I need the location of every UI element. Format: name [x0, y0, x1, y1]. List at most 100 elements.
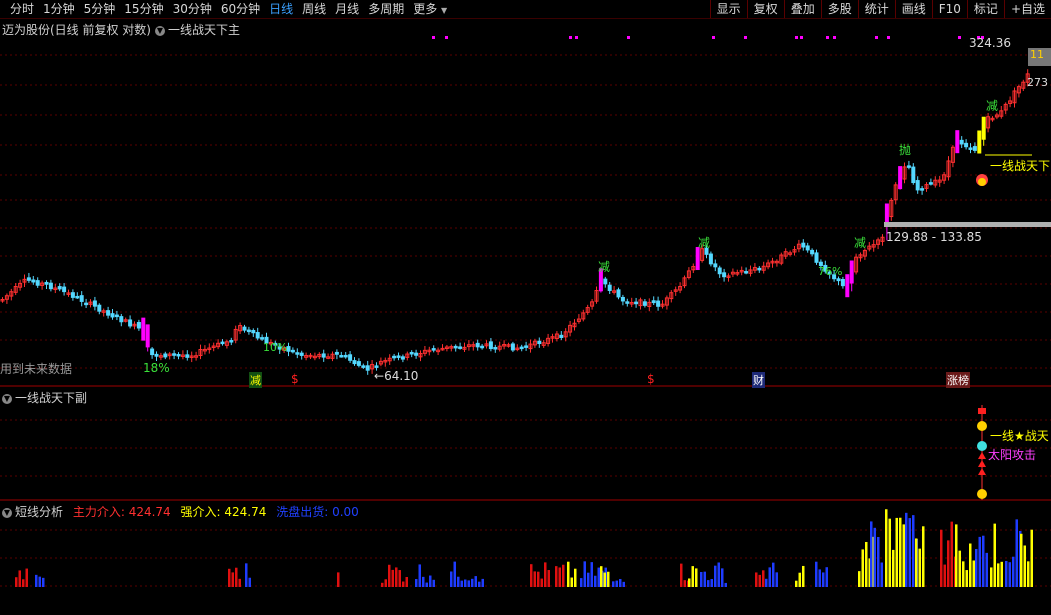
candle-body: [299, 352, 304, 356]
sub-settings-circle-icon[interactable]: ▼: [2, 393, 12, 404]
vol-indicator-name[interactable]: 短线分析: [15, 505, 63, 519]
candle-body: [911, 166, 916, 184]
volume-bar: [707, 580, 710, 587]
candle-body: [106, 310, 111, 316]
volume-bar: [962, 561, 965, 587]
low-price-value: 64.10: [384, 369, 419, 383]
main-in-label: 主力介入: 424.74: [72, 505, 171, 519]
volume-bar: [1000, 561, 1003, 587]
volume-bar: [18, 570, 21, 587]
kline-chart[interactable]: [0, 0, 1051, 615]
stock-title: 迈为股份(日线 前复权 对数): [2, 23, 151, 37]
volume-bar: [35, 574, 38, 587]
vol-settings-circle-icon[interactable]: ▼: [2, 507, 12, 518]
candle-body: [928, 182, 933, 185]
candle-body: [805, 245, 810, 251]
volume-bar: [990, 567, 993, 587]
marker-cai: 财: [752, 372, 765, 388]
candle-body: [35, 280, 40, 286]
signal-text: 一线战天下: [990, 159, 1051, 173]
signal-dot: [744, 36, 747, 39]
volume-bar: [710, 579, 713, 587]
candle-body: [114, 314, 119, 318]
volume-bar: [922, 526, 925, 587]
volume-bar: [888, 518, 891, 587]
volume-bar: [235, 567, 238, 587]
candle-body: [128, 319, 133, 327]
candle-body: [651, 300, 656, 304]
volume-bar: [391, 569, 394, 587]
range-label: 129.88 - 133.85: [886, 230, 982, 244]
candle-body: [559, 334, 564, 338]
volume-bar: [432, 579, 435, 587]
arrow-up-icon: [978, 452, 986, 459]
candle-body: [717, 267, 722, 275]
volume-bar: [238, 578, 241, 587]
volume-bar: [537, 571, 540, 587]
volume-bar: [22, 579, 25, 587]
candle-body: [625, 301, 630, 304]
sub-pane-title: ▼ 一线战天下副: [2, 389, 87, 406]
volume-bar: [798, 572, 801, 587]
candle-body: [968, 147, 973, 150]
volume-bar: [622, 581, 625, 587]
volume-bar: [450, 571, 453, 587]
candle-body: [348, 354, 353, 361]
signal-dot: [887, 36, 890, 39]
volume-bar: [245, 563, 248, 587]
pct-label-2: 10%: [263, 341, 288, 354]
candle-body: [607, 284, 612, 291]
candle-body: [400, 356, 405, 360]
volume-bar: [902, 524, 905, 587]
candle-body: [352, 360, 357, 365]
candle-body: [31, 279, 36, 283]
volume-bar: [858, 571, 861, 587]
volume-bar: [540, 578, 543, 587]
volume-bar: [607, 571, 610, 587]
volume-bar: [802, 565, 805, 587]
candle-body: [176, 353, 181, 357]
volume-bar: [612, 581, 615, 587]
volume-bar: [471, 578, 474, 587]
candle-body: [150, 348, 155, 356]
volume-bar: [982, 535, 985, 587]
volume-bar: [795, 580, 798, 587]
candle-body: [524, 345, 529, 348]
candle-body: [110, 313, 115, 318]
volume-bar: [415, 579, 418, 587]
candle-body: [251, 330, 256, 334]
volume-bar: [822, 572, 825, 587]
volume-bar: [405, 577, 408, 587]
volume-bar: [1008, 562, 1011, 587]
volume-bar: [418, 564, 421, 587]
volume-bar: [384, 579, 387, 587]
volume-bar: [880, 562, 883, 587]
volume-bar: [594, 575, 597, 587]
signal-dot: [800, 36, 803, 39]
settings-circle-icon[interactable]: ▼: [155, 25, 165, 36]
low-price-label: ←64.10: [374, 369, 419, 383]
volume-bar: [558, 567, 561, 587]
volume-bar: [695, 568, 698, 587]
volume-bar: [474, 576, 477, 587]
candle-body: [242, 326, 247, 331]
candle-body: [431, 348, 436, 351]
sub-indicator-name[interactable]: 一线战天下副: [15, 391, 87, 405]
candle-body: [172, 353, 177, 356]
volume-bar: [398, 570, 401, 587]
candle-body: [656, 300, 661, 307]
candle-body: [537, 340, 542, 345]
volume-bar: [1027, 561, 1030, 587]
marker-jian-bottom: 减: [249, 372, 262, 388]
volume-bar: [714, 565, 717, 587]
candle-body: [801, 242, 806, 248]
volume-bar: [978, 536, 981, 587]
volume-bar: [547, 570, 550, 587]
volume-bar: [228, 568, 231, 587]
pct-label-3: 76%: [818, 265, 843, 278]
arrow-up-icon: [978, 460, 986, 467]
volume-bar: [965, 570, 968, 587]
volume-bar: [768, 567, 771, 587]
candle-body: [906, 165, 911, 168]
main-indicator-name[interactable]: 一线战天下主: [168, 23, 240, 37]
